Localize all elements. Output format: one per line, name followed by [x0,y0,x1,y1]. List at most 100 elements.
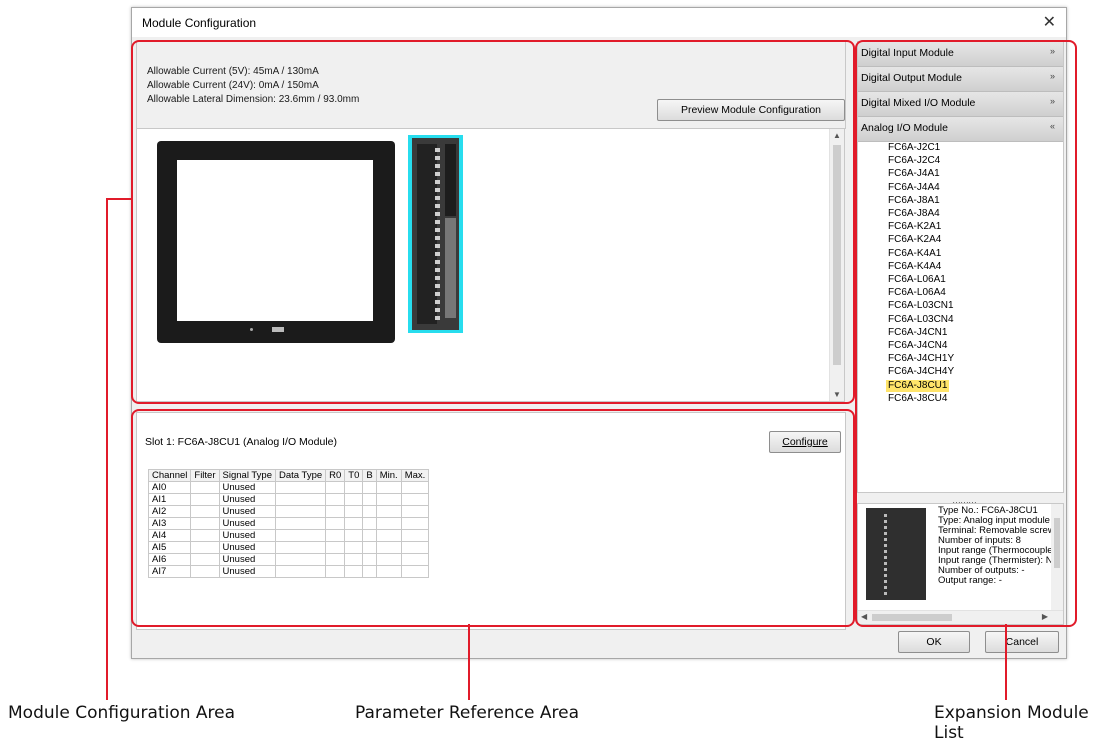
terminal-pin [884,586,887,589]
ok-button[interactable]: OK [898,631,970,653]
module-list-item[interactable]: FC6A-J4A1 [886,168,942,180]
terminal-pin [884,550,887,553]
terminal-pin [884,556,887,559]
module-list-item[interactable]: FC6A-L06A1 [886,274,948,286]
module-list-item[interactable]: FC6A-J4A4 [886,182,942,194]
chevron-down-icon[interactable]: » [1050,96,1055,106]
header-min: Min. [375,469,402,482]
table-cell [375,541,402,554]
table-cell [325,493,346,506]
terminal-pin [435,260,440,264]
module-list-item[interactable]: FC6A-K4A4 [886,261,943,273]
selected-expansion-module[interactable] [408,135,463,333]
module-list-item[interactable]: FC6A-J8A4 [886,208,942,220]
table-row[interactable]: AI2 Unused [147,505,430,518]
current-5v-text: Allowable Current (5V): 45mA / 130mA [147,66,319,77]
scroll-thumb[interactable] [872,614,952,621]
category-digital-input[interactable]: Digital Input Module » [858,42,1063,67]
terminal-pin [435,316,440,320]
module-list-item[interactable]: FC6A-J4CH4Y [886,366,956,378]
category-analog-io[interactable]: Analog I/O Module « [858,117,1063,142]
terminal-pin [435,180,440,184]
module-list-item[interactable]: FC6A-K2A1 [886,221,943,233]
table-cell [400,481,430,494]
table-cell [344,541,364,554]
scroll-left-icon[interactable]: ◀ [861,612,867,621]
table-cell [400,505,430,518]
hmi-device-image [157,141,395,343]
terminal-pin [884,574,887,577]
table-cell [274,505,327,518]
table-cell [274,541,327,554]
chevron-up-icon[interactable]: « [1050,121,1055,131]
table-row[interactable]: AI5 Unused [147,541,430,554]
table-cell: AI0 [147,481,192,494]
hmi-button [272,327,284,332]
table-cell [344,481,364,494]
header-r0: R0 [325,469,346,482]
table-row[interactable]: AI6 Unused [147,553,430,566]
table-row[interactable]: AI4 Unused [147,529,430,542]
module-details: Type No.: FC6A-J8CU1 Type: Analog input m… [938,506,1055,586]
table-row[interactable]: AI3 Unused [147,517,430,530]
module-list-item[interactable]: FC6A-J2C1 [886,142,942,154]
category-digital-mixed-io[interactable]: Digital Mixed I/O Module » [858,92,1063,117]
module-list-item[interactable]: FC6A-L06A4 [886,287,948,299]
terminal-pin [884,532,887,535]
table-cell [190,553,220,566]
table-row[interactable]: AI1 Unused [147,493,430,506]
details-horizontal-scrollbar[interactable]: ◀ ▶ [858,610,1063,624]
lateral-dimension-text: Allowable Lateral Dimension: 23.6mm / 93… [147,94,360,105]
table-cell [190,493,220,506]
table-cell [190,505,220,518]
table-row[interactable]: AI0 Unused [147,481,430,494]
configure-button[interactable]: Configure [769,431,841,453]
terminal-pin [435,188,440,192]
terminal-pin [435,164,440,168]
module-configuration-canvas[interactable]: ▲ ▼ [136,128,845,402]
terminal-pin [435,228,440,232]
category-label: Digital Output Module [861,72,962,84]
terminal-pin [435,212,440,216]
scroll-thumb[interactable] [833,145,841,365]
module-list-item[interactable]: FC6A-J4CH1Y [886,353,956,365]
table-cell [274,493,327,506]
table-cell [400,553,430,566]
module-list-item[interactable]: FC6A-J2C4 [886,155,942,167]
module-list-item[interactable]: FC6A-J8CU1 [886,379,950,392]
scroll-right-icon[interactable]: ▶ [1042,612,1048,621]
terminal-pin [435,252,440,256]
terminal-pin [435,172,440,176]
canvas-vertical-scrollbar[interactable]: ▲ ▼ [829,129,844,401]
module-list-item[interactable]: FC6A-J8CU4 [886,393,949,405]
detail-line: Output range: - [938,575,1002,586]
category-digital-output[interactable]: Digital Output Module » [858,67,1063,92]
terminal-pin [435,236,440,240]
module-list-item[interactable]: FC6A-K2A4 [886,234,943,246]
module-list-item[interactable]: FC6A-J4CN1 [886,327,949,339]
module-list-item[interactable]: FC6A-K4A1 [886,248,943,260]
module-list-item[interactable]: FC6A-J4CN4 [886,340,949,352]
table-cell [362,529,377,542]
close-icon[interactable]: ✕ [1043,12,1056,32]
table-cell [362,541,377,554]
table-cell [190,529,220,542]
module-list-item[interactable]: FC6A-L03CN1 [886,300,956,312]
chevron-down-icon[interactable]: » [1050,71,1055,81]
preview-module-configuration-button[interactable]: Preview Module Configuration [657,99,845,121]
chevron-down-icon[interactable]: » [1050,46,1055,56]
table-cell [274,529,327,542]
scroll-up-icon[interactable]: ▲ [833,131,841,140]
expansion-module-list: Digital Input Module » Digital Output Mo… [857,41,1064,493]
module-list-item[interactable]: FC6A-J8A1 [886,195,942,207]
details-vertical-scrollbar[interactable] [1051,504,1063,611]
cancel-button[interactable]: Cancel [985,631,1059,653]
table-row[interactable]: AI7 Unused [147,565,430,578]
expansion-callout-line [1005,624,1007,700]
scroll-down-icon[interactable]: ▼ [833,390,841,399]
table-cell: Unused [218,505,277,518]
dialog-title: Module Configuration [142,16,257,30]
category-label: Digital Mixed I/O Module [861,97,976,109]
module-list-item[interactable]: FC6A-L03CN4 [886,314,956,326]
scroll-thumb[interactable] [1054,518,1060,568]
